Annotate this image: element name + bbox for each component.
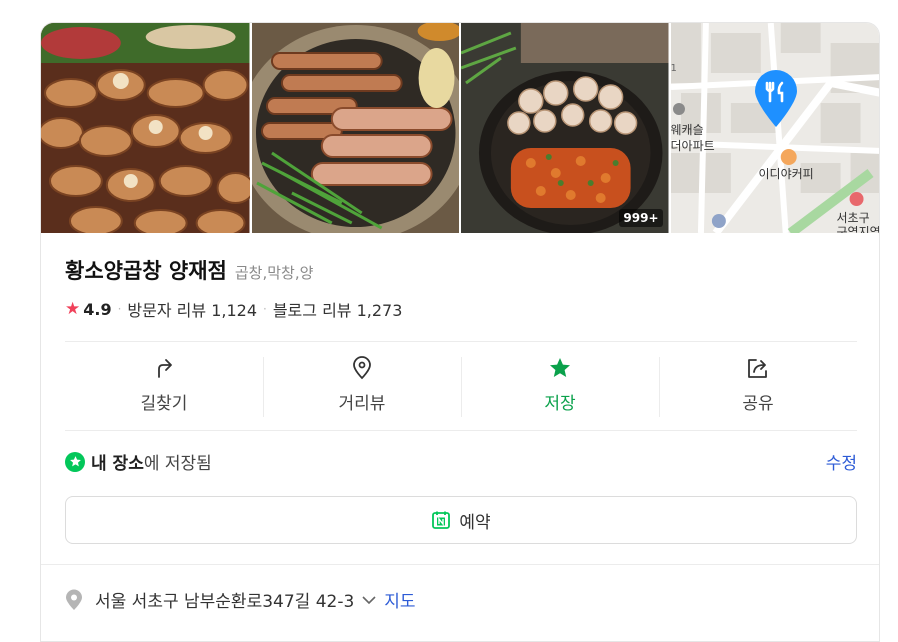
- photo-strip: 999+ 1 웨캐슬 더아파트 이디야커피 서초구 구역지역: [41, 23, 880, 233]
- chevron-down-icon[interactable]: [362, 595, 376, 605]
- place-name: 황소양곱창 양재점: [65, 259, 227, 283]
- saved-star-icon: [65, 451, 85, 472]
- map-label: 이디야커피: [758, 167, 814, 181]
- map-pin-icon: [754, 70, 797, 127]
- place-header: 황소양곱창 양재점 곱창,막창,양: [65, 255, 313, 285]
- my-places-label: 내 장소: [91, 454, 144, 474]
- rating-value: 4.9: [83, 299, 112, 319]
- visitor-reviews-link[interactable]: 방문자 리뷰 1,124: [127, 297, 257, 321]
- food-photo-bowl: [461, 23, 669, 233]
- divider: [65, 341, 857, 342]
- action-bar: 길찾기 거리뷰 저장 공유: [65, 355, 857, 417]
- rating-star-icon: ★: [65, 299, 81, 319]
- photo-3[interactable]: 999+: [461, 23, 669, 233]
- saved-status: 내 장소 에 저장됨 수정: [65, 449, 857, 474]
- location-pin-icon: [66, 589, 82, 610]
- directions-label: 길찾기: [140, 394, 188, 414]
- photo-1[interactable]: [41, 23, 250, 233]
- review-summary: ★ 4.9 · 방문자 리뷰 1,124 · 블로그 리뷰 1,273: [65, 297, 402, 321]
- directions-icon: [154, 355, 174, 381]
- reserve-button[interactable]: 예약: [65, 496, 857, 544]
- edit-link[interactable]: 수정: [826, 449, 857, 474]
- mini-map[interactable]: 1 웨캐슬 더아파트 이디야커피 서초구 구역지역: [670, 23, 880, 233]
- saved-text: 에 저장됨: [143, 454, 212, 474]
- save-button[interactable]: 저장: [461, 355, 659, 417]
- save-label: 저장: [544, 394, 576, 414]
- map-label: 1: [670, 63, 677, 74]
- directions-button[interactable]: 길찾기: [65, 355, 263, 417]
- share-button[interactable]: 공유: [659, 355, 857, 417]
- divider: [41, 564, 879, 565]
- separator-dot: ·: [263, 302, 267, 316]
- reserve-label: 예약: [459, 512, 491, 533]
- photo-count-badge: 999+: [619, 209, 663, 227]
- map-label: 더아파트: [670, 139, 715, 153]
- divider: [65, 430, 857, 431]
- share-icon: [746, 355, 770, 381]
- map-label: 웨캐슬: [670, 123, 704, 137]
- map-label: 구역지역: [836, 225, 880, 233]
- street-view-pin-icon: [352, 355, 372, 381]
- map-link[interactable]: 지도: [384, 587, 415, 612]
- photo-2[interactable]: [251, 23, 459, 233]
- place-category: 곱창,막창,양: [234, 264, 314, 282]
- address-text[interactable]: 서울 서초구 남부순환로347길 42-3: [95, 587, 354, 612]
- street-view-label: 거리뷰: [338, 394, 386, 414]
- star-icon: [548, 355, 572, 381]
- share-label: 공유: [742, 394, 774, 414]
- naver-booking-icon: [432, 511, 451, 529]
- separator-dot: ·: [117, 302, 122, 316]
- food-photo-gopchang: [41, 23, 250, 233]
- street-view-button[interactable]: 거리뷰: [263, 355, 461, 417]
- blog-reviews-link[interactable]: 블로그 리뷰 1,273: [273, 297, 403, 321]
- address-row: 서울 서초구 남부순환로347길 42-3 지도: [65, 587, 416, 612]
- place-card: 999+ 1 웨캐슬 더아파트 이디야커피 서초구 구역지역 황소양곱창 양재점…: [40, 22, 880, 642]
- food-photo-grill: [251, 23, 459, 233]
